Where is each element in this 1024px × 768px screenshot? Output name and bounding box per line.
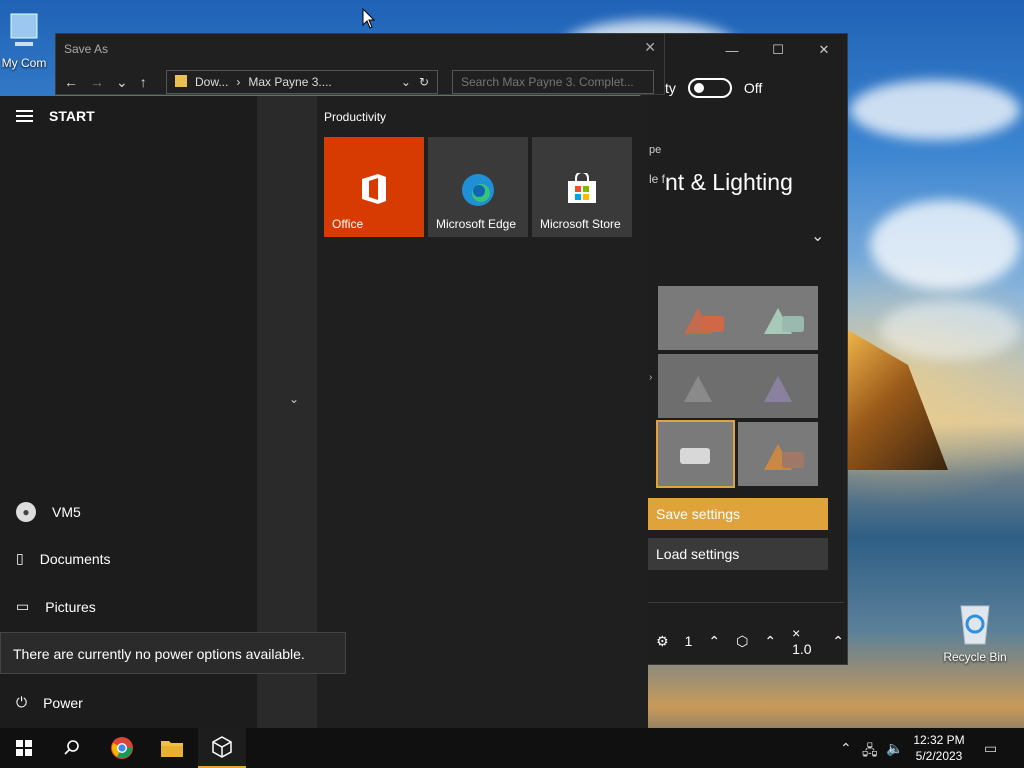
tile-group-label: Productivity bbox=[324, 110, 387, 124]
recycle-bin-icon bbox=[960, 605, 990, 645]
clock[interactable]: 12:32 PM 5/2/2023 bbox=[904, 732, 974, 764]
taskbar-file-explorer[interactable] bbox=[148, 728, 196, 768]
document-icon: ▯ bbox=[16, 550, 24, 566]
start-item-documents[interactable]: ▯ Documents bbox=[16, 550, 111, 567]
path-separator: › bbox=[236, 75, 241, 89]
lighting-preset[interactable] bbox=[658, 286, 738, 350]
search-button[interactable] bbox=[48, 728, 96, 768]
chevron-up-icon[interactable]: ⌃ bbox=[708, 633, 720, 650]
lighting-title-bar: — ☐ ✕ bbox=[641, 34, 847, 66]
start-item-label: Pictures bbox=[45, 598, 96, 615]
lighting-preset-selected[interactable] bbox=[656, 420, 735, 488]
lighting-footer: ⚙ 1 ⌃ ⬡ ⌃ × 1.0 ⌃ bbox=[648, 625, 844, 657]
maximize-icon[interactable]: ☐ bbox=[755, 42, 801, 58]
picture-icon: ▭ bbox=[16, 598, 30, 614]
power-icon: ⏻ bbox=[16, 694, 28, 710]
up-arrow-icon[interactable]: ↑ bbox=[140, 74, 147, 91]
tile-label: Microsoft Edge bbox=[436, 217, 517, 231]
desktop-icon-recycle-bin[interactable]: Recycle Bin bbox=[940, 600, 1010, 664]
lighting-preset[interactable] bbox=[738, 286, 818, 350]
tile-microsoft-store[interactable]: Microsoft Store bbox=[532, 137, 632, 237]
chevron-down-icon[interactable]: ⌄ bbox=[116, 74, 128, 91]
chevron-down-icon[interactable]: ⌄ bbox=[289, 392, 299, 406]
dialog-title: Save As bbox=[64, 42, 109, 56]
forward-arrow-icon[interactable]: → bbox=[90, 74, 104, 91]
tile-label: Microsoft Store bbox=[540, 217, 621, 231]
chevron-down-icon[interactable]: ⌄ bbox=[811, 226, 824, 246]
refresh-icon[interactable]: ↻ bbox=[419, 75, 429, 89]
start-menu: START ⌄ ● VM5 ▯ Documents ▭ Pictures The… bbox=[0, 96, 648, 728]
zoom-value: × 1.0 bbox=[792, 625, 812, 657]
animation-icon[interactable]: ⚙ bbox=[656, 633, 669, 650]
store-icon bbox=[568, 173, 596, 203]
network-icon[interactable]: 🖧 bbox=[862, 740, 878, 764]
dialog-nav: ← → ⌄ ↑ bbox=[64, 74, 147, 91]
lighting-preset[interactable] bbox=[658, 354, 738, 418]
divider bbox=[648, 602, 844, 603]
footer-count: 1 bbox=[684, 633, 693, 649]
start-item-label: Documents bbox=[39, 550, 111, 567]
chevron-up-icon[interactable]: ⌃ bbox=[832, 633, 844, 650]
minimize-icon[interactable]: — bbox=[709, 43, 755, 58]
taskbar: ⌃ 🖧 🔈 12:32 PM 5/2/2023 ▭ bbox=[0, 728, 1024, 768]
computer-icon bbox=[10, 13, 38, 46]
taskbar-3d-viewer[interactable] bbox=[198, 728, 246, 768]
chevron-up-icon[interactable]: ⌃ bbox=[764, 633, 776, 650]
office-icon bbox=[362, 174, 386, 204]
avatar: ● bbox=[16, 502, 36, 522]
back-arrow-icon[interactable]: ← bbox=[64, 74, 78, 91]
tile-label: Office bbox=[332, 217, 364, 231]
edge-icon bbox=[462, 174, 494, 206]
clock-date: 5/2/2023 bbox=[915, 749, 963, 763]
start-title: START bbox=[49, 108, 95, 124]
chevron-up-icon[interactable]: ⌃ bbox=[840, 740, 852, 757]
save-as-dialog: Save As ✕ ← → ⌄ ↑ Dow... › Max Payne 3..… bbox=[55, 33, 665, 95]
cube-icon bbox=[212, 736, 232, 758]
toggle-switch[interactable] bbox=[687, 78, 732, 98]
lighting-heading: nt & Lighting bbox=[665, 169, 793, 195]
search-input[interactable] bbox=[452, 70, 654, 94]
toggle-state: Off bbox=[743, 80, 763, 96]
address-bar[interactable]: Dow... › Max Payne 3.... ⌄ ↻ bbox=[166, 70, 438, 94]
clock-time: 12:32 PM bbox=[913, 733, 965, 747]
side-label: le f bbox=[649, 172, 666, 186]
start-header[interactable]: START bbox=[16, 108, 95, 124]
volume-icon[interactable]: 🔈 bbox=[886, 740, 903, 757]
path-segment[interactable]: Dow... bbox=[195, 75, 228, 89]
search-icon bbox=[64, 740, 79, 755]
folder-icon bbox=[175, 75, 187, 87]
folder-icon bbox=[161, 741, 183, 757]
path-segment[interactable]: Max Payne 3.... bbox=[248, 75, 331, 89]
start-item-power[interactable]: ⏻ Power bbox=[16, 694, 83, 711]
windows-icon bbox=[16, 740, 32, 756]
expand-arrow-icon[interactable]: › bbox=[649, 372, 652, 383]
start-item-user[interactable]: ● VM5 bbox=[16, 502, 81, 522]
close-icon[interactable]: ✕ bbox=[644, 39, 656, 56]
start-button[interactable] bbox=[0, 728, 48, 768]
side-label: pe bbox=[649, 144, 662, 156]
cube-icon[interactable]: ⬡ bbox=[736, 633, 748, 650]
notification-icon[interactable]: ▭ bbox=[984, 740, 997, 757]
desktop-icon-my-computer[interactable]: My Com bbox=[0, 12, 48, 70]
close-icon[interactable]: ✕ bbox=[801, 42, 847, 58]
desktop-icon-label: My Com bbox=[1, 56, 47, 70]
chevron-down-icon[interactable]: ⌄ bbox=[401, 75, 411, 89]
load-settings-button[interactable]: Load settings bbox=[648, 538, 828, 570]
taskbar-chrome[interactable] bbox=[98, 728, 146, 768]
toggle-label: ty bbox=[665, 80, 676, 96]
power-tooltip: There are currently no power options ava… bbox=[0, 632, 346, 674]
lighting-preset[interactable] bbox=[738, 354, 818, 418]
chrome-icon bbox=[111, 737, 133, 759]
desktop-icon-label: Recycle Bin bbox=[943, 650, 1007, 664]
save-settings-button[interactable]: Save settings bbox=[648, 498, 828, 530]
tile-office[interactable]: Office bbox=[324, 137, 424, 237]
toggle-row: ty Off bbox=[665, 78, 762, 98]
start-item-label: VM5 bbox=[52, 504, 81, 520]
hamburger-menu-icon[interactable] bbox=[16, 110, 33, 122]
mouse-cursor-icon bbox=[362, 8, 376, 29]
lighting-preset[interactable] bbox=[738, 422, 818, 486]
start-item-pictures[interactable]: ▭ Pictures bbox=[16, 598, 96, 615]
start-item-label: Power bbox=[43, 694, 83, 711]
tile-microsoft-edge[interactable]: Microsoft Edge bbox=[428, 137, 528, 237]
